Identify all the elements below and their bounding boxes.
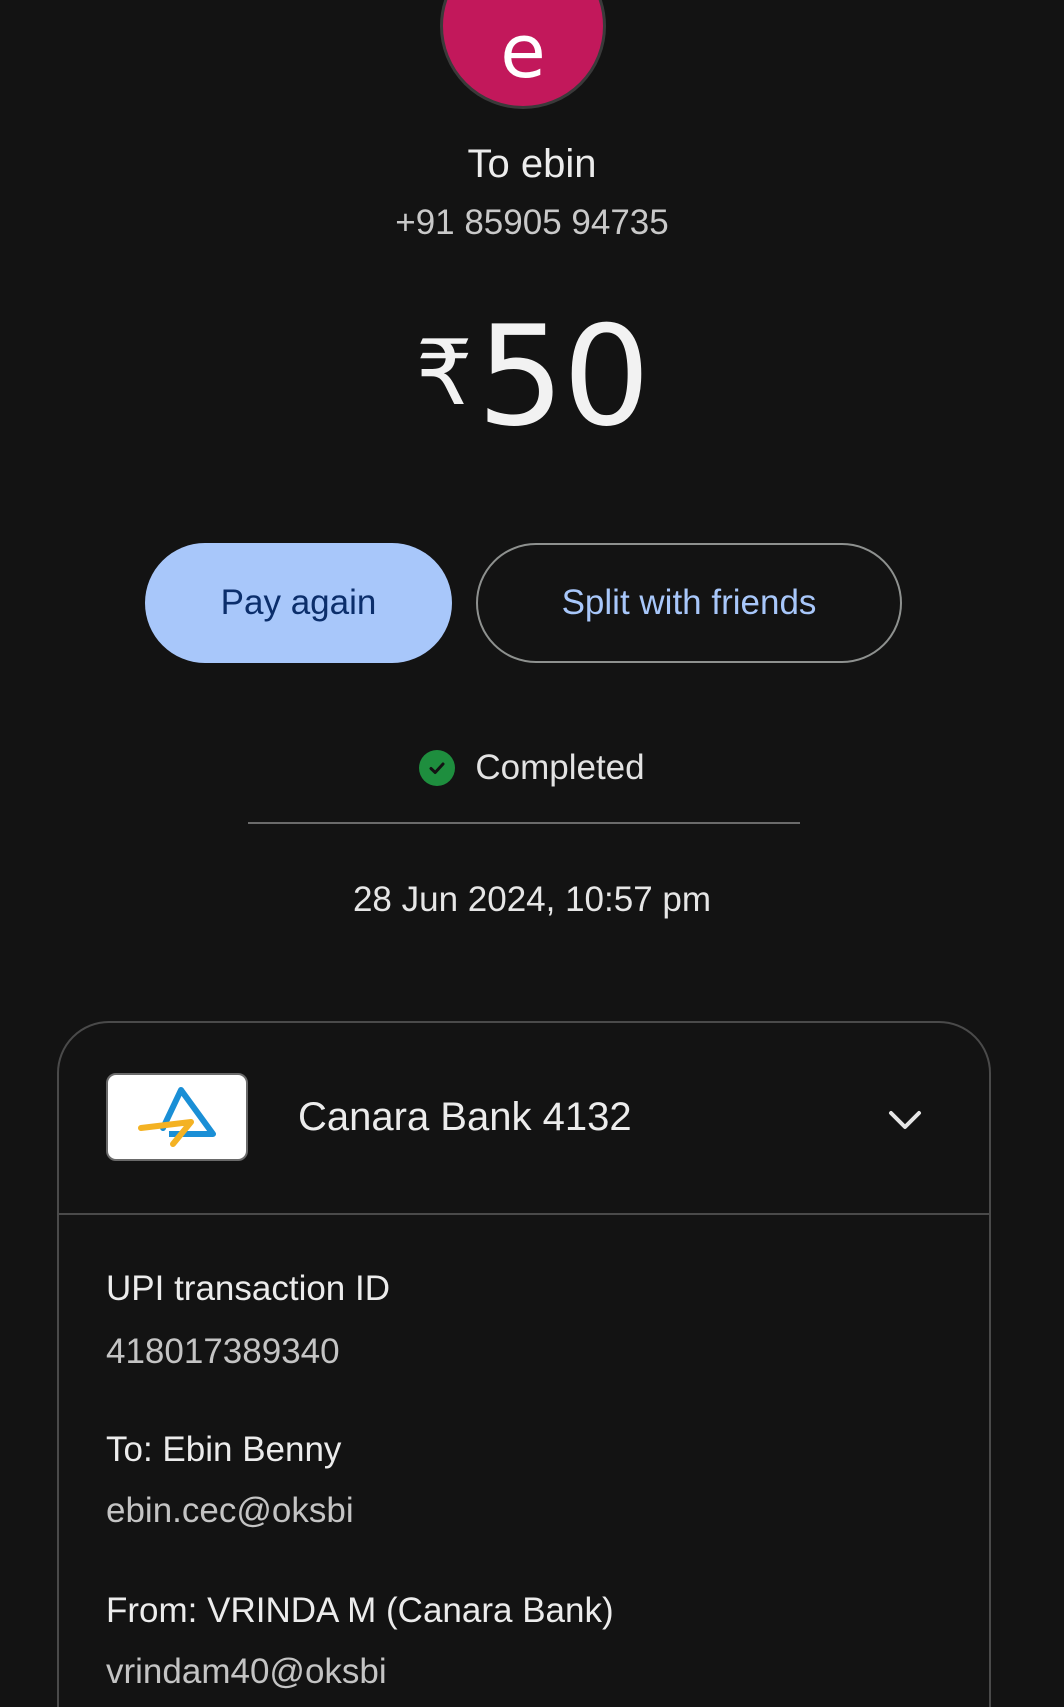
recipient-name: To ebin xyxy=(467,142,597,186)
currency-symbol: ₹ xyxy=(415,321,473,426)
divider xyxy=(248,822,800,824)
pay-again-button[interactable]: Pay again xyxy=(145,543,452,663)
upi-transaction-id-label: UPI transaction ID xyxy=(106,1269,390,1308)
bank-account-name: Canara Bank 4132 xyxy=(298,1095,632,1139)
amount-display: ₹50 xyxy=(0,308,1064,446)
payment-details-card: Canara Bank 4132 UPI transaction ID 4180… xyxy=(57,1021,991,1707)
status-row: Completed xyxy=(0,748,1064,788)
bank-account-row[interactable]: Canara Bank 4132 xyxy=(59,1023,989,1215)
from-label: From: VRINDA M (Canara Bank) xyxy=(106,1591,614,1630)
check-circle-icon xyxy=(419,750,456,786)
amount-value: 50 xyxy=(476,296,651,457)
transaction-datetime: 28 Jun 2024, 10:57 pm xyxy=(352,880,712,919)
split-with-friends-button[interactable]: Split with friends xyxy=(476,543,902,663)
from-upi-id: vrindam40@oksbi xyxy=(106,1652,387,1691)
status-text: Completed xyxy=(475,748,645,787)
avatar-letter: e xyxy=(500,9,546,95)
canara-bank-logo xyxy=(106,1073,248,1161)
to-label: To: Ebin Benny xyxy=(106,1430,342,1469)
to-upi-id: ebin.cec@oksbi xyxy=(106,1491,354,1530)
upi-transaction-id-value: 418017389340 xyxy=(106,1332,340,1371)
recipient-phone: +91 85905 94735 xyxy=(395,203,669,242)
recipient-avatar: e xyxy=(440,0,606,109)
chevron-down-icon[interactable] xyxy=(885,1101,925,1141)
transaction-details-screen: e To ebin +91 85905 94735 ₹50 Pay again … xyxy=(0,0,1064,1707)
